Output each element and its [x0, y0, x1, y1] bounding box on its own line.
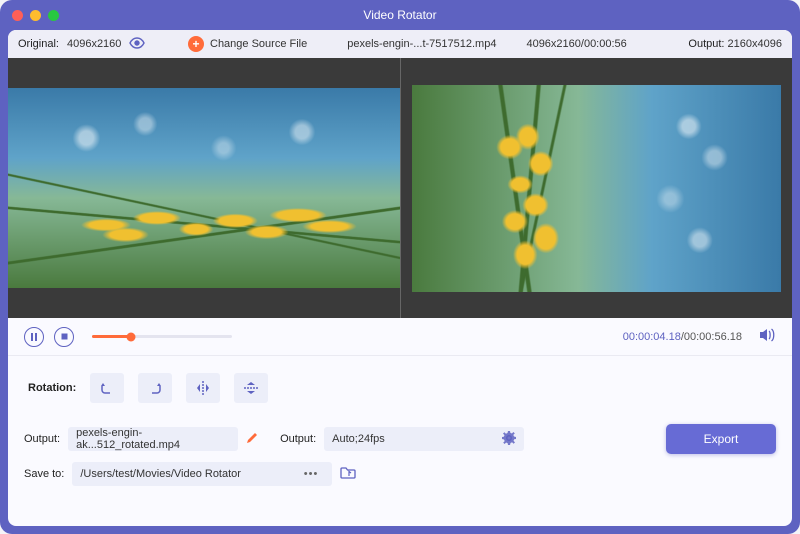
- save-path-field[interactable]: /Users/test/Movies/Video Rotator •••: [72, 462, 332, 486]
- preview-area: [8, 58, 792, 318]
- flip-horizontal-button[interactable]: [186, 373, 220, 403]
- time-display: 00:00:04.18/00:00:56.18: [623, 331, 742, 343]
- seek-fill: [92, 335, 131, 338]
- stop-button[interactable]: [54, 327, 74, 347]
- flip-vertical-button[interactable]: [234, 373, 268, 403]
- titlebar: Video Rotator: [0, 0, 800, 30]
- app-title: Video Rotator: [0, 8, 800, 22]
- source-info: 4096x2160/00:00:56: [526, 38, 626, 50]
- seek-slider[interactable]: [92, 335, 232, 338]
- change-source-button[interactable]: + Change Source File: [188, 36, 307, 52]
- settings-icon[interactable]: [502, 431, 516, 448]
- save-row: Save to: /Users/test/Movies/Video Rotato…: [8, 458, 792, 496]
- rotation-label: Rotation:: [28, 382, 76, 394]
- original-resolution: 4096x2160: [67, 38, 121, 50]
- rotate-left-button[interactable]: [90, 373, 124, 403]
- output-res-label: Output:: [688, 38, 724, 50]
- preview-rotated: [400, 58, 793, 318]
- preview-original: [8, 58, 400, 318]
- original-video-frame: [8, 88, 400, 288]
- change-source-label: Change Source File: [210, 38, 307, 50]
- app-window: Video Rotator Original: 4096x2160 + Chan…: [0, 0, 800, 534]
- output-preset-field[interactable]: Auto;24fps: [324, 427, 524, 451]
- export-button[interactable]: Export: [666, 424, 776, 454]
- seek-knob[interactable]: [127, 332, 136, 341]
- save-to-label: Save to:: [24, 468, 64, 480]
- total-time: /00:00:56.18: [681, 331, 742, 343]
- plus-icon: +: [188, 36, 204, 52]
- preview-toggle-icon[interactable]: [129, 36, 145, 52]
- output-file-label: Output:: [24, 433, 60, 445]
- output-filename-field[interactable]: pexels-engin-ak...512_rotated.mp4: [68, 427, 238, 451]
- current-time: 00:00:04.18: [623, 331, 681, 343]
- source-filename: pexels-engin-...t-7517512.mp4: [347, 38, 496, 50]
- content-area: Original: 4096x2160 + Change Source File…: [8, 30, 792, 526]
- info-bar: Original: 4096x2160 + Change Source File…: [8, 30, 792, 58]
- output-row: Output: pexels-engin-ak...512_rotated.mp…: [8, 420, 792, 458]
- output-preset-label: Output:: [280, 433, 316, 445]
- rotated-video-frame: [412, 85, 781, 292]
- original-label: Original:: [18, 38, 59, 50]
- edit-filename-icon[interactable]: [246, 432, 258, 447]
- pause-button[interactable]: [24, 327, 44, 347]
- playback-controls: 00:00:04.18/00:00:56.18: [8, 318, 792, 356]
- rotate-right-button[interactable]: [138, 373, 172, 403]
- output-resolution: 2160x4096: [728, 38, 782, 50]
- volume-icon[interactable]: [760, 328, 776, 345]
- rotation-controls: Rotation:: [8, 356, 792, 420]
- browse-dots-icon[interactable]: •••: [298, 468, 325, 480]
- open-folder-icon[interactable]: [340, 466, 356, 483]
